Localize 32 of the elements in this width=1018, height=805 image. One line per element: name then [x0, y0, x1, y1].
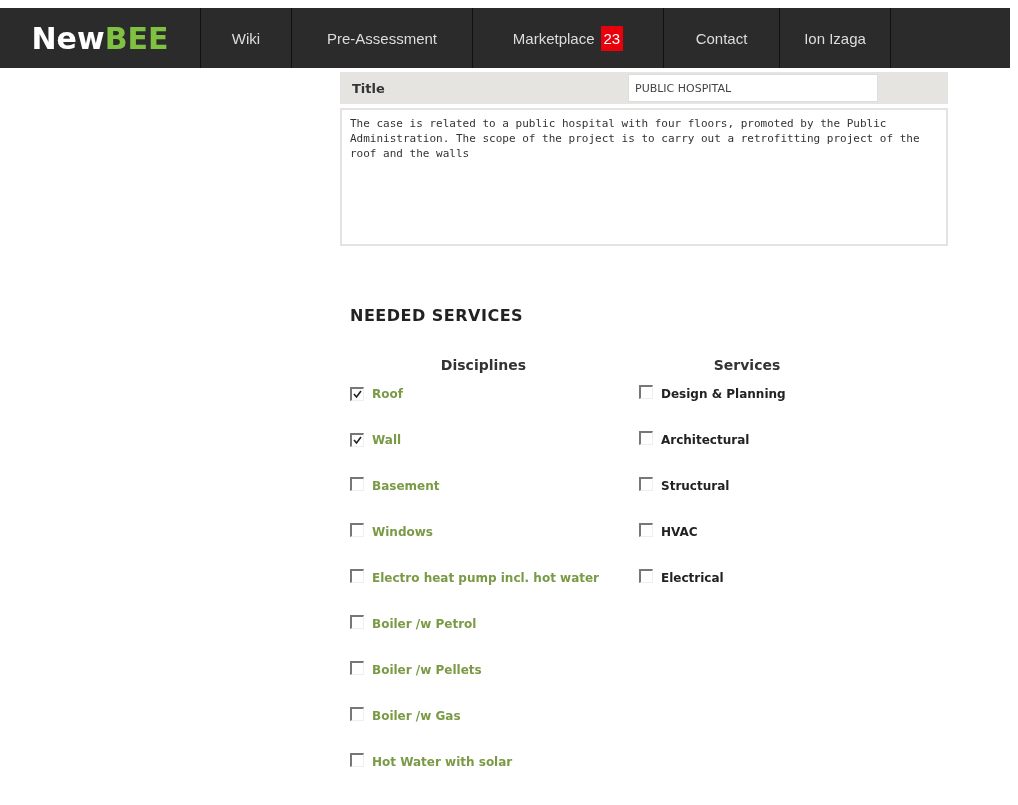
description-field[interactable]: The case is related to a public hospital with four floors, promoted by the Public Administration. The scope of the project is to carry out a retrofitting project of the roof and the walls [340, 108, 948, 246]
nav-link[interactable]: Marketplace 23 [473, 8, 664, 68]
checkbox[interactable] [639, 569, 653, 583]
checkbox[interactable] [639, 385, 653, 399]
nav-link[interactable]: Ion Izaga [780, 8, 891, 68]
title-field[interactable]: PUBLIC HOSPITAL [628, 74, 878, 102]
field-label: Title [352, 80, 386, 96]
checkbox[interactable] [350, 387, 364, 401]
column-heading: Services [712, 357, 782, 373]
checkbox-label[interactable]: Structural [661, 479, 730, 493]
checkbox[interactable] [350, 477, 364, 491]
checkbox[interactable] [350, 753, 364, 767]
checkbox[interactable] [639, 477, 653, 491]
section-heading: NEEDED SERVICES [350, 306, 525, 325]
checkbox-label[interactable]: Electrical [661, 571, 724, 585]
logo[interactable]: NewBEE [0, 8, 201, 68]
checkbox-label[interactable]: Design & Planning [661, 387, 786, 401]
nav-link[interactable]: Pre-Assessment [292, 8, 473, 68]
checkbox-label[interactable]: Architectural [661, 433, 750, 447]
checkbox[interactable] [350, 707, 364, 721]
nav-link[interactable]: Contact [664, 8, 780, 68]
checkbox[interactable] [350, 523, 364, 537]
checkbox[interactable] [350, 615, 364, 629]
checkbox-label[interactable]: HVAC [661, 525, 698, 539]
nav-link[interactable]: Wiki [201, 8, 292, 68]
checkbox[interactable] [639, 523, 653, 537]
count-badge: 23 [600, 25, 624, 51]
checkbox[interactable] [350, 433, 364, 447]
checkbox[interactable] [350, 569, 364, 583]
checkbox[interactable] [350, 661, 364, 675]
column-heading: Disciplines [439, 357, 528, 373]
checkbox[interactable] [639, 431, 653, 445]
